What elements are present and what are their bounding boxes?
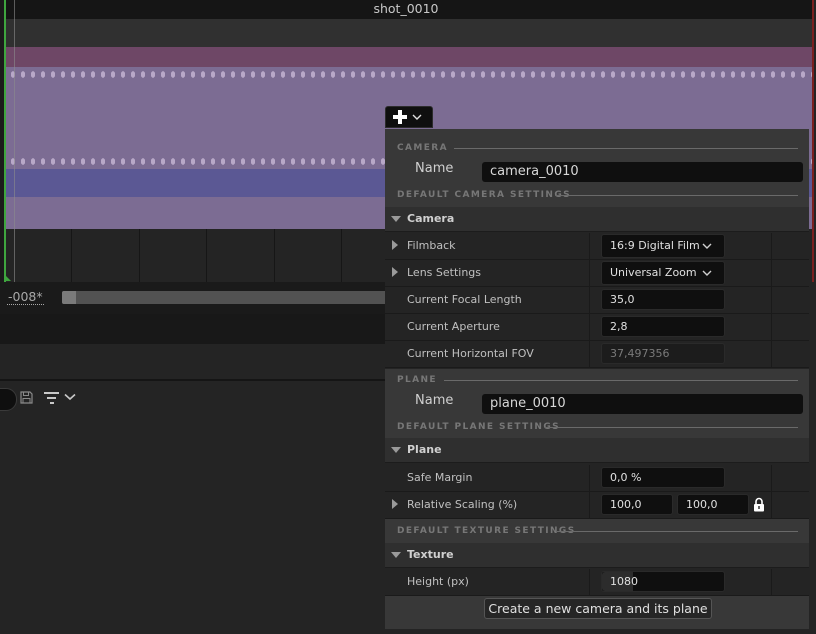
grid-line [71,229,72,282]
create-camera-and-plane-button[interactable]: Create a new camera and its plane [484,598,712,619]
grid-line [206,229,207,282]
property-label: Lens Settings [407,266,482,279]
property-label: Current Horizontal FOV [407,347,534,360]
section-rule [444,380,798,381]
column-splitter [771,233,772,259]
playback-end-marker[interactable] [812,0,814,282]
category-label: Texture [407,548,454,561]
column-splitter [771,492,772,518]
lens-settings-combo[interactable]: Universal Zoom [601,261,725,285]
collapse-arrow-icon[interactable] [391,447,401,453]
property-row-relative-scaling: Relative Scaling (%) 100,0 100,0 [385,492,809,519]
collapse-arrow-icon[interactable] [391,552,401,558]
column-splitter [771,287,772,313]
chevron-down-icon [702,243,712,249]
texture-height-value: 1080 [610,575,638,588]
property-row-lens-settings: Lens Settings Universal Zoom [385,260,809,287]
frame-readout[interactable]: -008* [7,289,44,305]
search-input[interactable] [0,388,17,411]
column-splitter [771,314,772,340]
camera-name-input[interactable]: camera_0010 [482,162,803,182]
property-row-horizontal-fov: Current Horizontal FOV 37,497356 [385,341,809,368]
default-plane-settings-header: DEFAULT PLANE SETTINGS [397,422,561,432]
camera-section-header: CAMERA [397,143,448,153]
horizontal-fov-readonly: 37,497356 [601,343,725,364]
property-row-focal-length: Current Focal Length 35,0 [385,287,809,314]
category-camera[interactable]: Camera [385,207,809,232]
property-label: Relative Scaling (%) [407,498,518,511]
grid-line [274,229,275,282]
column-splitter [771,569,772,595]
column-splitter[interactable] [589,233,590,259]
column-splitter[interactable] [589,314,590,340]
expand-arrow-icon[interactable] [392,267,398,277]
playback-start-marker[interactable] [4,0,6,282]
expand-arrow-icon[interactable] [392,499,398,509]
column-splitter [771,341,772,367]
section-rule [557,531,798,532]
relative-scaling-y-input[interactable]: 100,0 [677,494,749,515]
property-label: Safe Margin [407,471,473,484]
property-label: Filmback [407,239,456,252]
property-label: Current Focal Length [407,293,522,306]
category-label: Plane [407,443,442,456]
section-rule [545,427,798,428]
property-label: Current Aperture [407,320,500,333]
default-texture-settings-header: DEFAULT TEXTURE SETTINGS [397,526,576,536]
section-rule [555,195,798,196]
column-splitter [771,260,772,286]
relative-scaling-x-input[interactable]: 100,0 [601,494,673,515]
track-lane[interactable] [5,19,812,47]
column-splitter[interactable] [589,465,590,491]
property-row-filmback: Filmback 16:9 Digital Film [385,233,809,260]
column-splitter[interactable] [589,569,590,595]
section-start-line [14,0,15,282]
camera-name-label: Name [415,161,454,176]
column-splitter[interactable] [589,492,590,518]
category-texture[interactable]: Texture [385,543,809,568]
lock-icon[interactable] [753,497,765,512]
track-section-magenta[interactable] [5,47,812,67]
filmback-combo[interactable]: 16:9 Digital Film [601,234,725,258]
plus-icon [393,110,407,124]
column-splitter[interactable] [589,287,590,313]
focal-length-input[interactable]: 35,0 [601,289,725,310]
save-icon[interactable] [20,391,33,404]
plane-name-label: Name [415,393,454,408]
chevron-down-icon [702,270,712,276]
chevron-down-icon [412,114,422,120]
aperture-input[interactable]: 2,8 [601,316,725,337]
property-row-safe-margin: Safe Margin 0,0 % [385,465,809,492]
filter-icon[interactable] [44,392,60,404]
default-camera-settings-header: DEFAULT CAMERA SETTINGS [397,190,572,200]
expand-arrow-icon[interactable] [392,240,398,250]
shot-title[interactable]: shot_0010 [0,0,812,19]
texture-height-input[interactable]: 1080 [601,571,725,592]
category-label: Camera [407,212,455,225]
chevron-down-icon[interactable] [64,393,76,401]
lens-settings-value: Universal Zoom [610,266,697,279]
add-camera-menu-button[interactable] [385,106,433,128]
section-rule [454,148,798,149]
film-strip-perforations-top [8,71,812,78]
timeline-scrollbar-thumb[interactable] [62,291,76,304]
column-splitter[interactable] [589,341,590,367]
property-row-height: Height (px) 1080 [385,569,809,596]
grid-line [341,229,342,282]
property-row-aperture: Current Aperture 2,8 [385,314,809,341]
grid-line [139,229,140,282]
column-splitter[interactable] [589,260,590,286]
right-panel-edge [809,282,816,634]
column-splitter [771,465,772,491]
playback-start-handle-icon[interactable] [4,274,11,281]
collapse-arrow-icon[interactable] [391,216,401,222]
plane-section-header: PLANE [397,375,437,385]
property-label: Height (px) [407,575,469,588]
filmback-value: 16:9 Digital Film [610,239,700,252]
plane-name-input[interactable]: plane_0010 [482,394,803,414]
category-plane[interactable]: Plane [385,438,809,463]
safe-margin-input[interactable]: 0,0 % [601,467,725,488]
camera-creation-popup: CAMERA Name camera_0010 DEFAULT CAMERA S… [385,129,809,634]
